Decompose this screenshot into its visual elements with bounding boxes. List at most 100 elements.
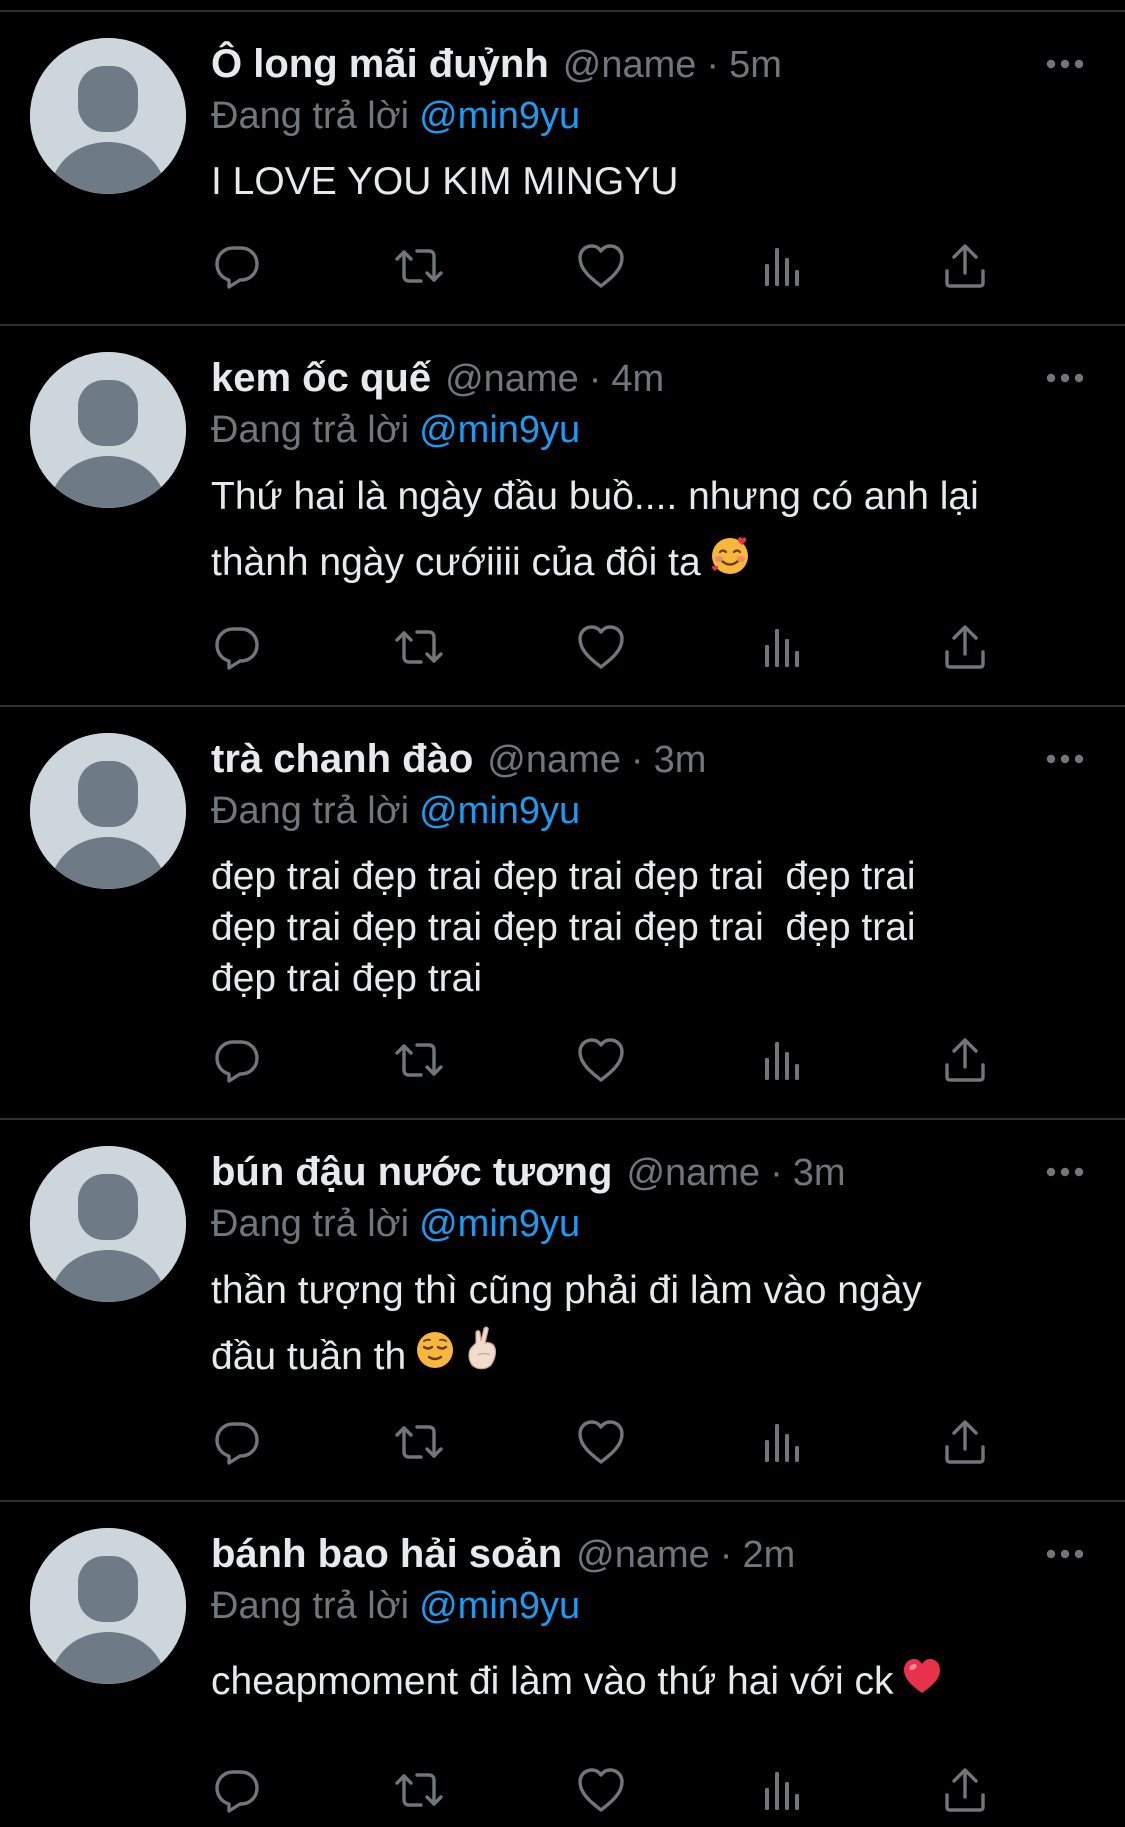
tweet-header: trà chanh đào @name · 3m bbox=[211, 733, 1085, 785]
reply-button[interactable] bbox=[211, 1034, 263, 1086]
more-options-icon bbox=[1046, 373, 1084, 383]
share-button[interactable] bbox=[939, 621, 991, 673]
reply-icon bbox=[215, 627, 259, 670]
user-handle[interactable]: @name bbox=[563, 39, 697, 91]
share-button[interactable] bbox=[939, 1034, 991, 1086]
more-options-icon bbox=[1046, 59, 1084, 69]
replying-to-user-link[interactable]: @min9yu bbox=[419, 1585, 580, 1627]
tweet-text: I LOVE YOU KIM MINGYU bbox=[211, 156, 1085, 208]
share-icon bbox=[945, 1768, 985, 1812]
replying-to-label: Đang trả lời bbox=[211, 790, 410, 832]
user-handle[interactable]: @name bbox=[576, 1529, 710, 1581]
more-options-button[interactable] bbox=[1045, 739, 1085, 779]
more-options-button[interactable] bbox=[1045, 1152, 1085, 1192]
retweet-icon bbox=[395, 249, 443, 283]
retweet-button[interactable] bbox=[393, 621, 445, 673]
tweet-header: Ô long mãi đuỷnh @name · 5m bbox=[211, 38, 1085, 90]
tweet-card[interactable]: trà chanh đào @name · 3m Đang trả lời @mi… bbox=[0, 707, 1125, 1120]
avatar[interactable] bbox=[30, 1146, 186, 1302]
timestamp[interactable]: 5m bbox=[729, 39, 782, 91]
more-options-icon bbox=[1046, 1549, 1084, 1559]
tweet-card[interactable]: Ô long mãi đuỷnh @name · 5m Đang trả lời… bbox=[0, 12, 1125, 326]
like-button[interactable] bbox=[575, 240, 627, 292]
reply-button[interactable] bbox=[211, 240, 263, 292]
tweet-text-content: Thứ hai là ngày đầu buồ.... nhưng có anh… bbox=[211, 475, 990, 584]
views-icon bbox=[765, 248, 799, 286]
timestamp[interactable]: 3m bbox=[793, 1147, 846, 1199]
replying-to: Đang trả lời @min9yu bbox=[211, 1580, 1085, 1632]
like-button[interactable] bbox=[575, 621, 627, 673]
views-icon bbox=[765, 629, 799, 667]
more-options-button[interactable] bbox=[1045, 1534, 1085, 1574]
like-icon bbox=[578, 1420, 624, 1464]
avatar[interactable] bbox=[30, 352, 186, 508]
tweet-text-content: đẹp trai đẹp trai đẹp trai đẹp trai đẹp … bbox=[211, 855, 916, 1000]
views-button[interactable] bbox=[757, 1764, 809, 1816]
timestamp[interactable]: 2m bbox=[742, 1529, 795, 1581]
display-name[interactable]: bún đậu nước tương bbox=[211, 1146, 612, 1198]
separator-dot: · bbox=[630, 739, 644, 781]
like-icon bbox=[578, 625, 624, 669]
replying-to-label: Đang trả lời bbox=[211, 1203, 410, 1245]
avatar[interactable] bbox=[30, 1528, 186, 1684]
replying-to-label: Đang trả lời bbox=[211, 409, 410, 451]
user-handle[interactable]: @name bbox=[626, 1147, 760, 1199]
like-icon bbox=[578, 1038, 624, 1082]
timestamp[interactable]: 4m bbox=[611, 353, 664, 405]
display-name[interactable]: Ô long mãi đuỷnh bbox=[211, 38, 549, 90]
retweet-button[interactable] bbox=[393, 240, 445, 292]
like-button[interactable] bbox=[575, 1764, 627, 1816]
user-handle[interactable]: @name bbox=[445, 353, 579, 405]
tweet-text: đẹp trai đẹp trai đẹp trai đẹp trai đẹp … bbox=[211, 851, 1085, 1004]
reply-button[interactable] bbox=[211, 621, 263, 673]
replying-to-user-link[interactable]: @min9yu bbox=[419, 95, 580, 137]
default-avatar-icon bbox=[30, 733, 186, 889]
top-divider bbox=[0, 0, 1125, 12]
retweet-button[interactable] bbox=[393, 1416, 445, 1468]
avatar[interactable] bbox=[30, 733, 186, 889]
views-icon bbox=[765, 1424, 799, 1462]
separator-dot: · bbox=[588, 358, 602, 400]
reply-button[interactable] bbox=[211, 1416, 263, 1468]
share-button[interactable] bbox=[939, 1416, 991, 1468]
views-button[interactable] bbox=[757, 240, 809, 292]
tweet-card[interactable]: bánh bao hải soản @name · 2m Đang trả lờ… bbox=[0, 1502, 1125, 1827]
retweet-icon bbox=[395, 1425, 443, 1459]
replying-to-user-link[interactable]: @min9yu bbox=[419, 790, 580, 832]
replying-to-label: Đang trả lời bbox=[211, 95, 410, 137]
separator-dot: · bbox=[770, 1152, 783, 1194]
share-button[interactable] bbox=[939, 1764, 991, 1816]
replying-to-user-link[interactable]: @min9yu bbox=[419, 1203, 580, 1245]
separator-dot: · bbox=[719, 1534, 733, 1576]
tweet-text: thần tượng thì cũng phải đi làm vào ngày… bbox=[211, 1258, 1085, 1392]
more-options-button[interactable] bbox=[1045, 358, 1085, 398]
reply-button[interactable] bbox=[211, 1764, 263, 1816]
retweet-button[interactable] bbox=[393, 1034, 445, 1086]
like-icon bbox=[578, 1768, 624, 1812]
retweet-icon bbox=[395, 630, 443, 664]
like-button[interactable] bbox=[575, 1034, 627, 1086]
tweet-card[interactable]: bún đậu nước tương @name · 3m Đang trả l… bbox=[0, 1120, 1125, 1502]
default-avatar-icon bbox=[30, 38, 186, 194]
timestamp[interactable]: 3m bbox=[654, 734, 707, 786]
default-avatar-icon bbox=[30, 1528, 186, 1684]
reply-icon bbox=[215, 1040, 259, 1083]
replying-to: Đang trả lời @min9yu bbox=[211, 404, 1085, 456]
like-button[interactable] bbox=[575, 1416, 627, 1468]
tweet-card[interactable]: kem ốc quế @name · 4m Đang trả lời @min9y… bbox=[0, 326, 1125, 707]
views-button[interactable] bbox=[757, 621, 809, 673]
replying-to-user-link[interactable]: @min9yu bbox=[419, 409, 580, 451]
avatar[interactable] bbox=[30, 38, 186, 194]
views-button[interactable] bbox=[757, 1416, 809, 1468]
display-name[interactable]: kem ốc quế bbox=[211, 352, 431, 404]
reply-feed: Ô long mãi đuỷnh @name · 5m Đang trả lời… bbox=[0, 12, 1125, 1827]
retweet-button[interactable] bbox=[393, 1764, 445, 1816]
more-options-button[interactable] bbox=[1045, 44, 1085, 84]
views-button[interactable] bbox=[757, 1034, 809, 1086]
replying-to-label: Đang trả lời bbox=[211, 1585, 410, 1627]
display-name[interactable]: trà chanh đào bbox=[211, 733, 473, 785]
user-handle[interactable]: @name bbox=[487, 734, 621, 786]
share-button[interactable] bbox=[939, 240, 991, 292]
default-avatar-icon bbox=[30, 1146, 186, 1302]
display-name[interactable]: bánh bao hải soản bbox=[211, 1528, 562, 1580]
